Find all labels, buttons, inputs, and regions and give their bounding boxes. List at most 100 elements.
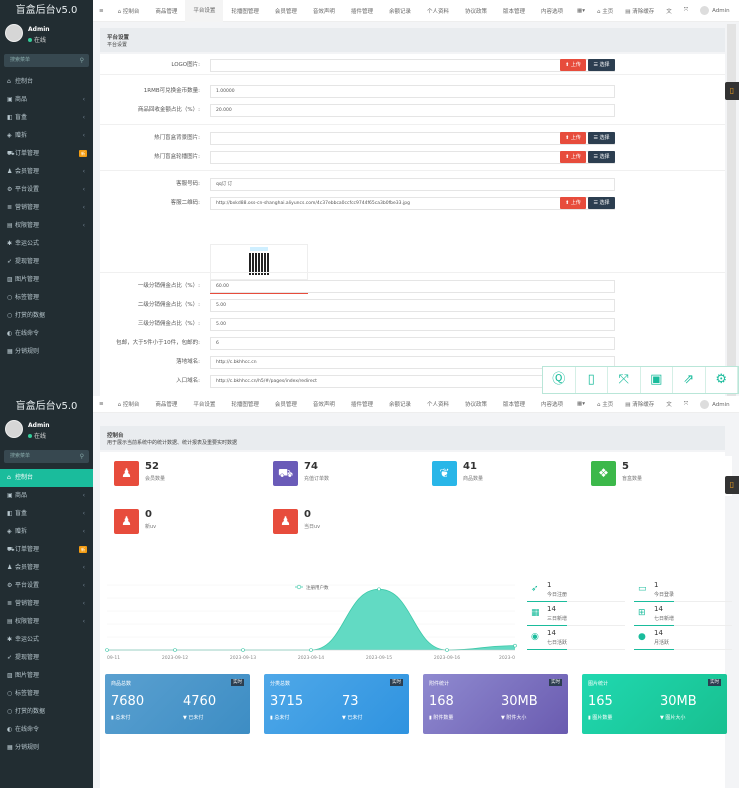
sidebar-item[interactable]: ◈ 赠拆 ‹ (0, 523, 93, 541)
terminal-icon: ◐ (7, 726, 13, 733)
shield-icon: ◈ (7, 528, 12, 535)
tab[interactable]: 余额记录 (381, 7, 419, 15)
upload-button[interactable]: ⬆ 上传 (560, 197, 586, 209)
menu-toggle-icon[interactable]: ≡ (93, 401, 110, 407)
sidebar-item[interactable]: ✱ 幸运公式 (0, 235, 93, 253)
tablet-icon[interactable]: ▯ (576, 367, 608, 393)
tab[interactable]: 版本管理 (495, 7, 533, 15)
tab[interactable]: 插件管理 (343, 7, 381, 15)
mini-stat: ▭ 1 今日登录 (632, 580, 732, 602)
grid-menu-icon[interactable]: ▦▾ (571, 8, 591, 14)
tab[interactable]: 平台设置 (185, 0, 224, 22)
tab[interactable]: 平台设置 (185, 400, 223, 408)
mini-stat-value: 14 (547, 605, 556, 613)
expand-icon[interactable]: ⤧ (608, 367, 641, 393)
gear-icon[interactable]: ⚙ (706, 367, 738, 393)
select-button[interactable]: ☰ 选择 (588, 59, 615, 71)
home-link[interactable]: ⌂ 主页 (591, 7, 619, 15)
sidebar-item[interactable]: ✱ 幸运公式 (0, 631, 93, 649)
sidebar-item[interactable]: ▣ 商品 ‹ (0, 487, 93, 505)
tab[interactable]: 音效声明 (305, 7, 343, 15)
select-button[interactable]: ☰ 选择 (588, 197, 615, 209)
share-icon[interactable]: ⇗ (673, 367, 706, 393)
grid-menu-icon[interactable]: ▦▾ (571, 401, 591, 407)
field-input[interactable]: 5.00 (210, 318, 615, 331)
tab[interactable]: 版本管理 (495, 400, 533, 408)
search-icon[interactable]: Ⓠ (543, 367, 576, 393)
mini-stat: ⊞ 14 七日新增 (632, 604, 732, 626)
field-input[interactable]: 60.00 (210, 280, 615, 293)
fullscreen-icon[interactable]: ⤧ (678, 401, 694, 408)
tab[interactable]: 会员管理 (267, 400, 305, 408)
sidebar-item[interactable]: ▨ 图片管理 (0, 667, 93, 685)
sidebar-item[interactable]: ◧ 盲盒 ‹ (0, 505, 93, 523)
sidebar-item[interactable]: ➶ 提现管理 (0, 649, 93, 667)
data-point (241, 648, 245, 652)
upload-button[interactable]: ⬆ 上传 (560, 59, 586, 71)
summary-value: 168 (429, 694, 454, 709)
stat-card: ♟ 0 新uv (105, 504, 255, 544)
field-input[interactable]: 1.00000 (210, 85, 615, 98)
sidebar-item[interactable]: ⚙ 平台设置 ‹ (0, 577, 93, 595)
sidebar-item[interactable]: ⌂ 控制台 (0, 469, 93, 487)
admin-menu[interactable]: Admin (694, 6, 736, 15)
tab[interactable]: 协议政策 (457, 400, 495, 408)
tab[interactable]: 商品管理 (147, 7, 185, 15)
tab[interactable]: 个人资料 (419, 7, 457, 15)
field-label: 热门盲盒背景图片: (154, 135, 200, 141)
clear-cache-button[interactable]: ▤ 清除缓存 (619, 7, 660, 15)
share-icon[interactable]: ⋖ (736, 401, 739, 407)
sidebar-item[interactable]: ♟ 会员管理 ‹ (0, 559, 93, 577)
tab[interactable]: 个人资料 (419, 400, 457, 408)
tab[interactable]: 余额记录 (381, 400, 419, 408)
tab[interactable]: 商品管理 (147, 400, 185, 408)
home-link[interactable]: ⌂ 主页 (591, 400, 619, 408)
menu-search-input[interactable]: 搜索菜单 ⚲ (4, 450, 89, 463)
tab[interactable]: ⌂ 控制台 (110, 400, 148, 408)
sidebar-item[interactable]: ▤ 权限管理 ‹ (0, 217, 93, 235)
field-input[interactable]: 6 (210, 337, 615, 350)
field-input[interactable] (210, 132, 615, 145)
sidebar-item[interactable]: ➶ 提现管理 (0, 253, 93, 271)
admin-menu[interactable]: Admin (694, 399, 736, 409)
sidebar-item[interactable]: ▦ 分销规则 (0, 739, 93, 757)
tab[interactable]: ⌂ 控制台 (110, 7, 148, 15)
sidebar-item[interactable]: ▤ 权限管理 ‹ (0, 613, 93, 631)
sidebar-item-label: 在线命令 (15, 330, 40, 337)
sidebar-item[interactable]: ≣ 营销管理 ‹ (0, 595, 93, 613)
field-input[interactable]: http://bxkd88.oss-cn-shanghai.aliyuncs.c… (210, 197, 615, 210)
upload-button[interactable]: ⬆ 上传 (560, 132, 586, 144)
tab[interactable]: 协议政策 (457, 7, 495, 15)
translate-icon[interactable]: 文 (660, 400, 678, 408)
share-icon[interactable]: ⋖ (736, 8, 739, 14)
tab[interactable]: 插件管理 (343, 400, 381, 408)
tab[interactable]: 会员管理 (267, 7, 305, 15)
scrollbar[interactable] (727, 24, 736, 396)
mini-stat-label: 七日新增 (654, 616, 675, 622)
trash-icon[interactable]: ▯ (725, 476, 739, 494)
trash-icon[interactable]: ▯ (725, 82, 739, 100)
sidebar-item[interactable]: ⛟订单管理 新 (0, 541, 93, 559)
clear-cache-button[interactable]: ▤ 清除缓存 (619, 400, 660, 408)
top-nav: ≡ ⌂ 控制台 商品管理 平台设置 轮播图管理 会员管理 音效声明 插件管理 余额记录 个人资料协… (93, 0, 739, 22)
sidebar-item[interactable]: ◐ 在线命令 (0, 721, 93, 739)
tab[interactable]: 内容选项 (533, 7, 571, 15)
tab[interactable]: 轮播图管理 (223, 7, 267, 15)
field-input[interactable]: 20.000 (210, 104, 615, 117)
field-input[interactable] (210, 151, 615, 164)
tab[interactable]: 音效声明 (305, 400, 343, 408)
translate-icon[interactable]: 文 (660, 7, 678, 15)
fullscreen-icon[interactable]: ⤧ (678, 7, 694, 14)
sidebar-item[interactable]: ○ 标签管理 (0, 685, 93, 703)
tab[interactable]: 内容选项 (533, 400, 571, 408)
save-icon[interactable]: ▣ (641, 367, 673, 393)
field-input[interactable]: 5.00 (210, 299, 615, 312)
menu-toggle-icon[interactable]: ≡ (93, 8, 110, 14)
select-button[interactable]: ☰ 选择 (588, 132, 615, 144)
tab[interactable]: 轮播图管理 (223, 400, 267, 408)
field-input[interactable]: qq订 订 (210, 178, 615, 191)
select-button[interactable]: ☰ 选择 (588, 151, 615, 163)
sidebar-item[interactable]: ○ 打赏的数据 (0, 703, 93, 721)
upload-button[interactable]: ⬆ 上传 (560, 151, 586, 163)
field-input[interactable] (210, 59, 615, 72)
